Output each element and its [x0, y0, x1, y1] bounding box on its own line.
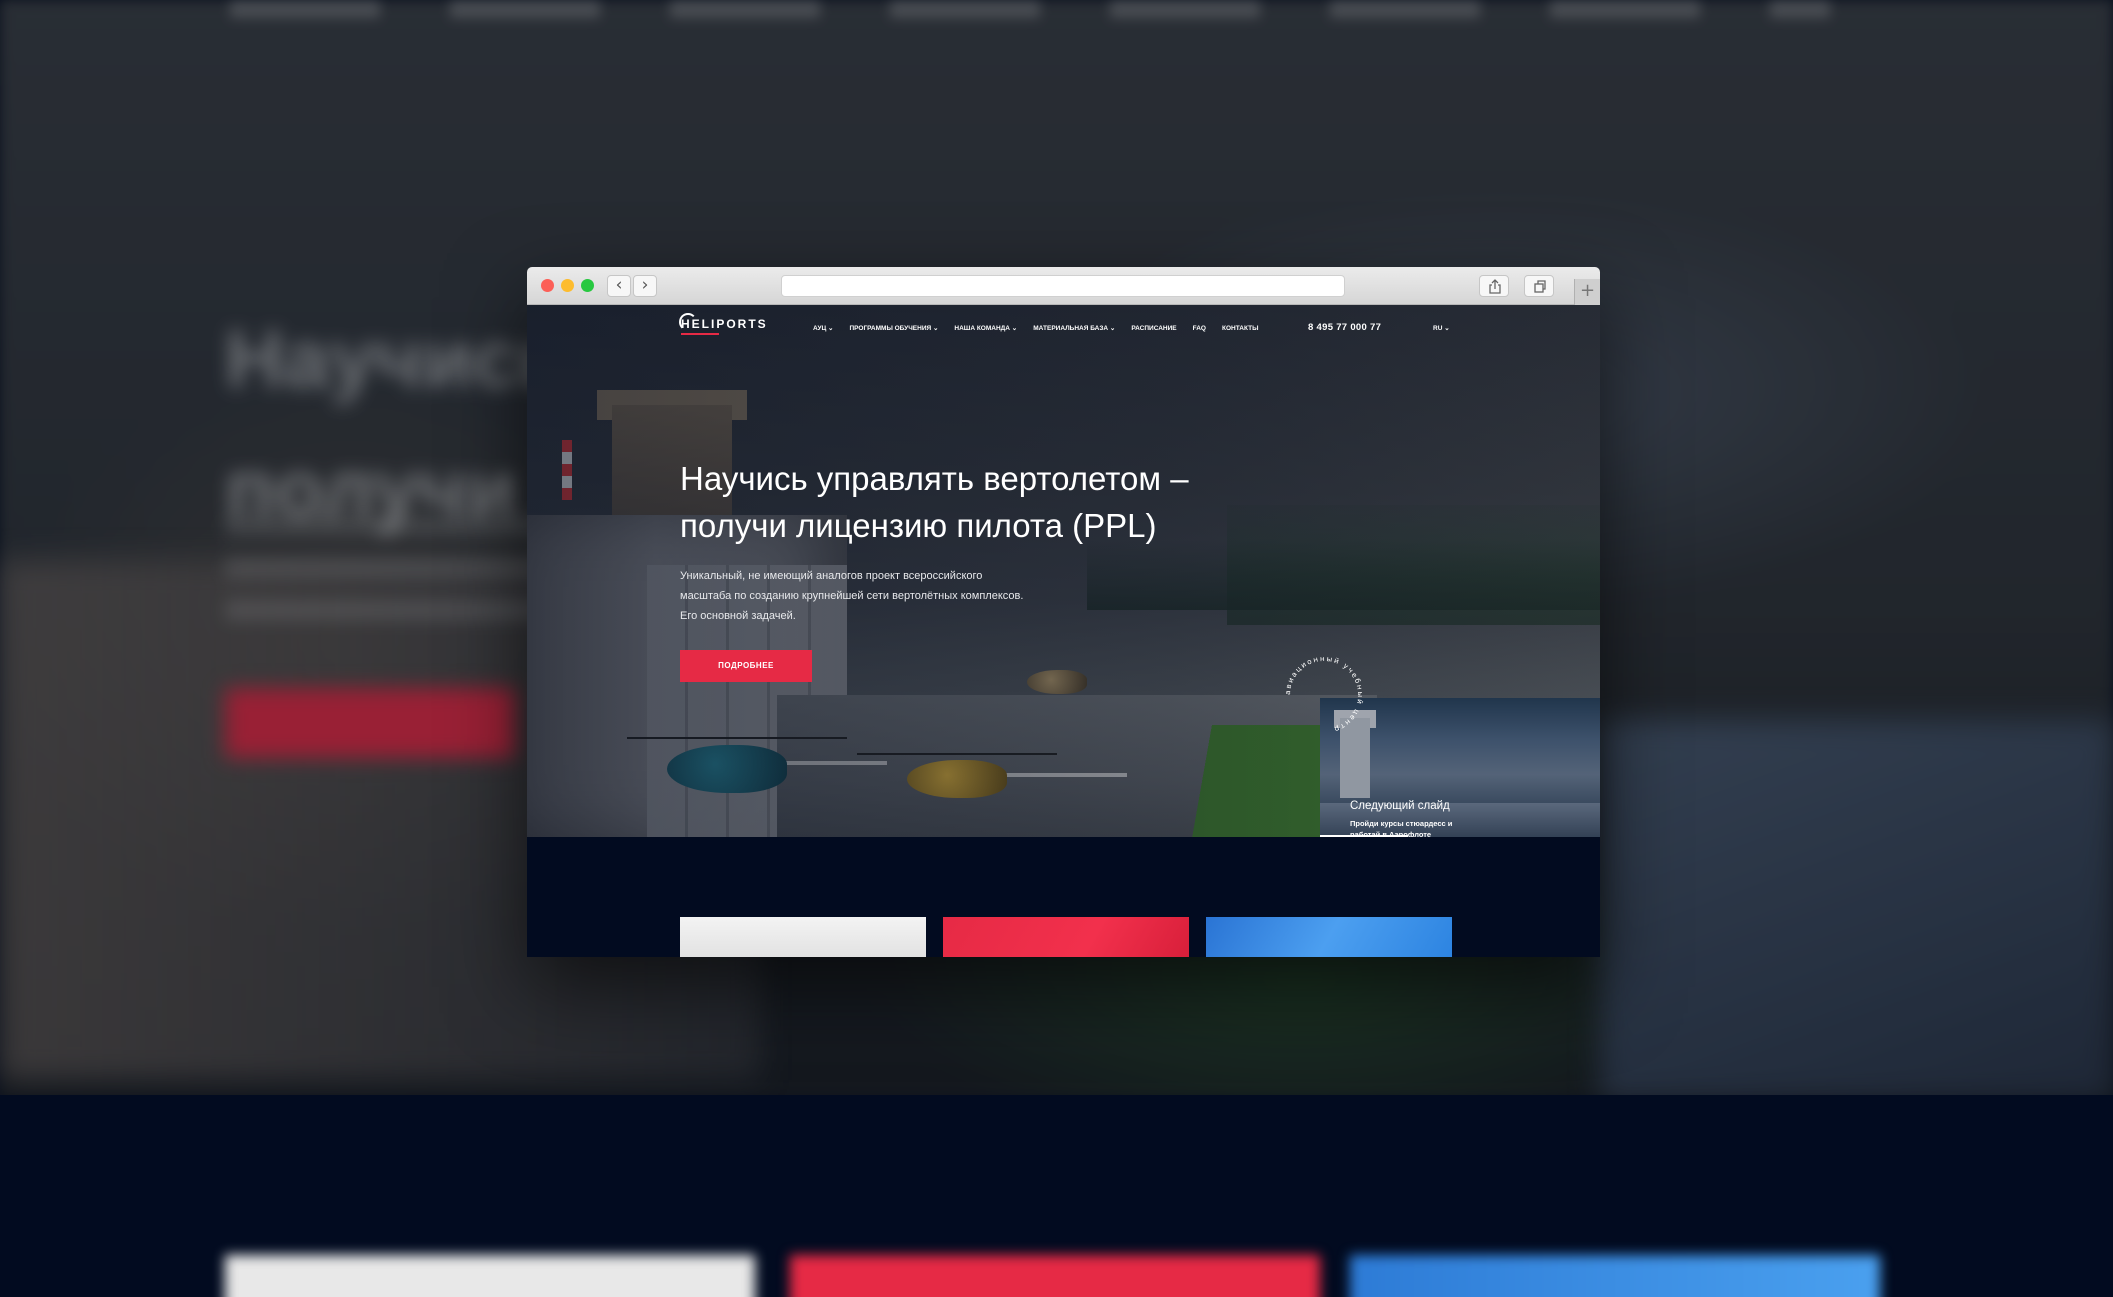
logo-underline — [681, 333, 719, 335]
main-menu: АУЦ ⌄ ПРОГРАММЫ ОБУЧЕНИЯ ⌄ НАША КОМАНДА … — [813, 325, 1258, 337]
web-page: HELIPORTS АУЦ ⌄ ПРОГРАММЫ ОБУЧЕНИЯ ⌄ НАШ… — [527, 305, 1600, 957]
svg-text:авиационный учебный центр: авиационный учебный центр — [1283, 654, 1365, 735]
tabs-icon — [1534, 280, 1546, 293]
menu-item-programs[interactable]: ПРОГРАММЫ ОБУЧЕНИЯ ⌄ — [850, 325, 939, 337]
training-center-badge: авиационный учебный центр — [1283, 654, 1365, 735]
hero-description: Уникальный, не имеющий аналогов проект в… — [680, 570, 1024, 622]
menu-item-schedule[interactable]: РАСПИСАНИЕ — [1131, 325, 1176, 337]
zoom-window-button[interactable] — [581, 279, 594, 292]
tabs-button[interactable] — [1524, 275, 1554, 297]
background-card-blue — [1350, 1255, 1880, 1297]
feature-card[interactable] — [1206, 917, 1452, 957]
feature-cards — [680, 917, 1453, 957]
share-icon — [1489, 279, 1501, 294]
badge-text: авиационный учебный центр — [1283, 654, 1364, 735]
slide-progress-bar — [1320, 835, 1408, 837]
browser-window: ‹ › + HELIPORTS АУЦ ⌄ ПРОГРАММЫ ОБУЧЕНИЯ… — [527, 267, 1600, 957]
language-select[interactable]: RU ⌄ — [1433, 324, 1450, 332]
background-card-red — [790, 1255, 1320, 1297]
background-card-white — [225, 1255, 755, 1297]
more-button[interactable]: ПОДРОБНЕЕ — [680, 650, 812, 682]
close-window-button[interactable] — [541, 279, 554, 292]
hero-title-line: Научись управлять вертолетом – — [680, 460, 1189, 497]
chevron-left-icon[interactable]: ‹ — [607, 275, 631, 297]
hero-slide: HELIPORTS АУЦ ⌄ ПРОГРАММЫ ОБУЧЕНИЯ ⌄ НАШ… — [527, 305, 1600, 837]
chevron-right-icon[interactable]: › — [633, 275, 657, 297]
site-logo[interactable]: HELIPORTS — [681, 317, 768, 331]
menu-item-auc[interactable]: АУЦ ⌄ — [813, 325, 834, 337]
menu-item-facilities[interactable]: МАТЕРИАЛЬНАЯ БАЗА ⌄ — [1033, 325, 1115, 337]
feature-card[interactable] — [943, 917, 1189, 957]
feature-card[interactable] — [680, 917, 926, 957]
menu-item-team[interactable]: НАША КОМАНДА ⌄ — [954, 325, 1017, 337]
next-slide-label: Следующий слайд — [1350, 800, 1450, 812]
phone-number[interactable]: 8 495 77 000 77 — [1308, 322, 1381, 333]
minimize-window-button[interactable] — [561, 279, 574, 292]
address-bar[interactable] — [781, 275, 1345, 297]
menu-item-contacts[interactable]: КОНТАКТЫ — [1222, 325, 1258, 337]
hero-title-line: получи лицензию пилота (PPL) — [680, 507, 1157, 544]
browser-toolbar: ‹ › + — [527, 267, 1600, 305]
hero-title: Научись управлять вертолетом – получи ли… — [680, 455, 1240, 549]
menu-item-faq[interactable]: FAQ — [1193, 325, 1206, 337]
share-button[interactable] — [1479, 275, 1509, 297]
plus-icon[interactable]: + — [1574, 279, 1600, 305]
